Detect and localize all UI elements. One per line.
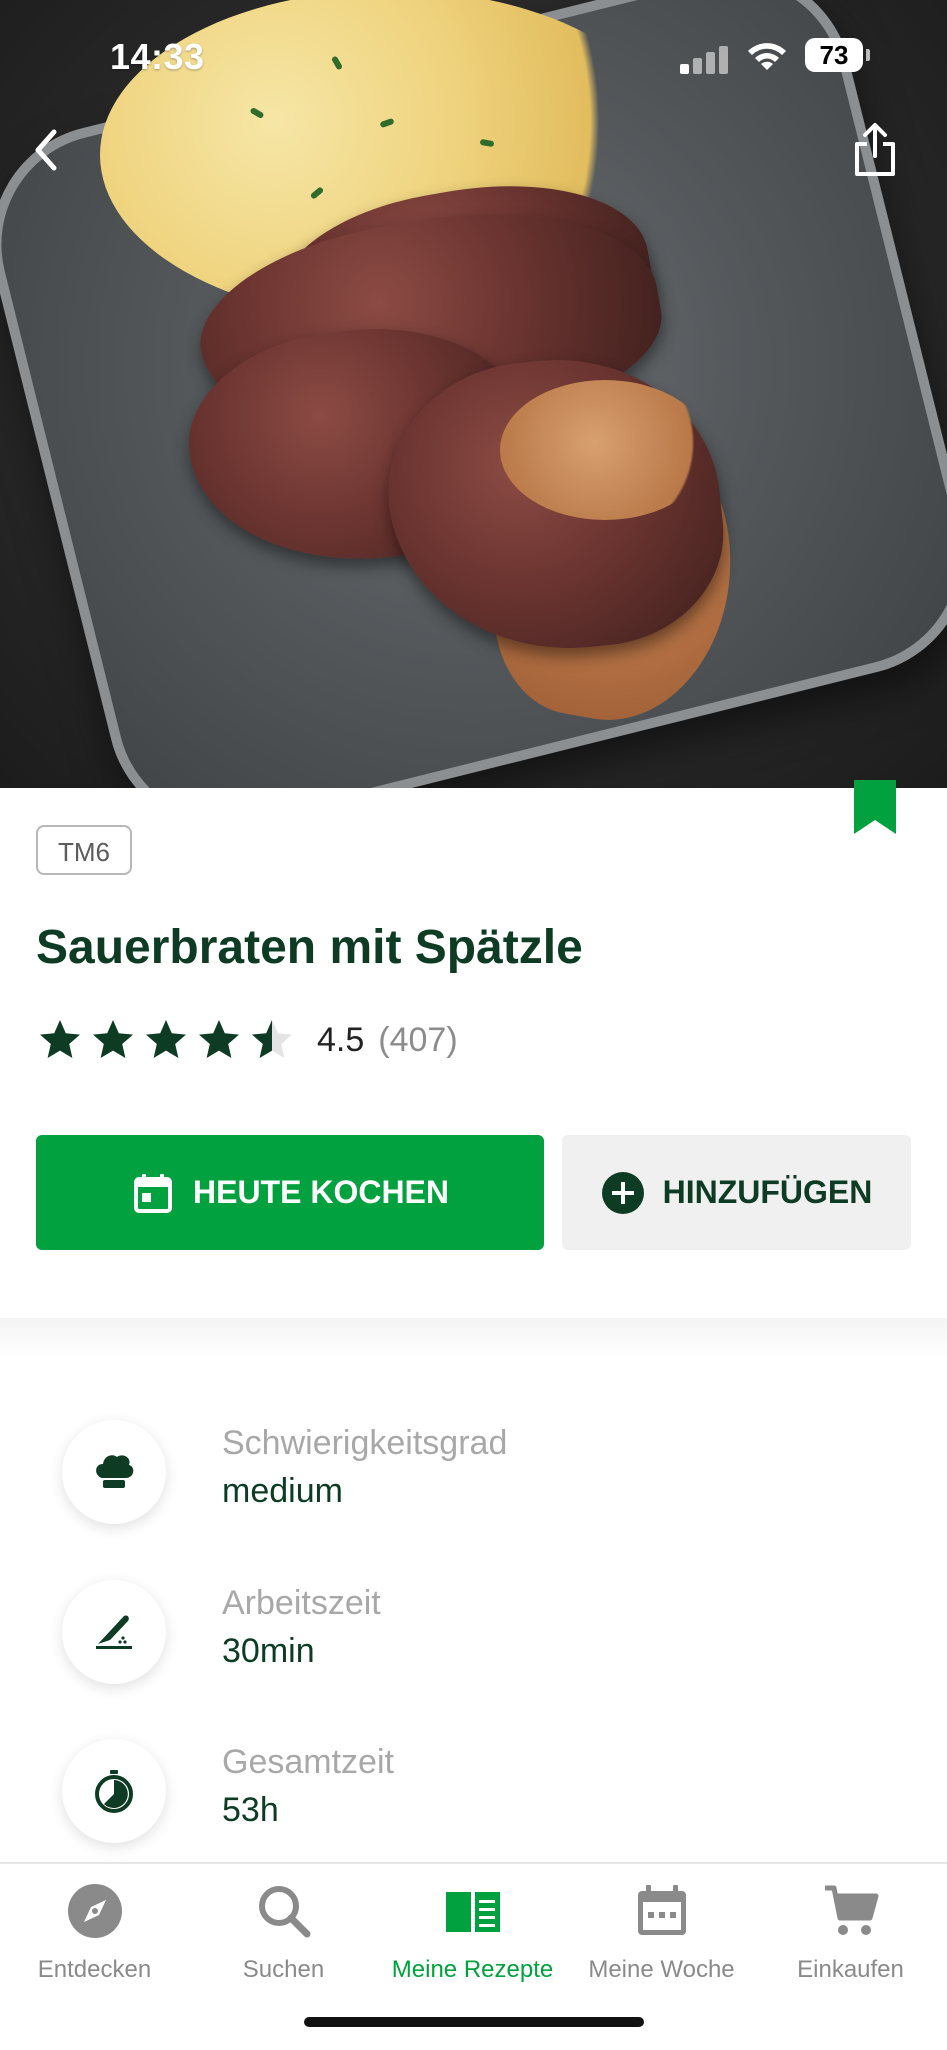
compass-icon	[68, 1884, 122, 1938]
cart-icon	[825, 1885, 879, 1935]
rating-value: 4.5	[317, 1020, 365, 1059]
open-book-icon	[446, 1892, 500, 1932]
difficulty-value: medium	[222, 1472, 343, 1510]
add-label: HINZUFÜGEN	[662, 1174, 873, 1210]
share-icon	[855, 123, 895, 176]
tab-label: Einkaufen	[797, 1956, 904, 1983]
work-time-label: Arbeitszeit	[222, 1584, 381, 1622]
bookmark-icon[interactable]	[854, 780, 896, 834]
tab-label: Entdecken	[37, 1956, 152, 1983]
tab-meine-woche[interactable]: Meine Woche	[567, 1864, 756, 1994]
total-time-value: 53h	[222, 1791, 279, 1829]
timer-icon	[95, 1770, 133, 1813]
section-divider	[0, 1318, 947, 1358]
tab-label: Meine Rezepte	[391, 1956, 554, 1983]
rating[interactable]: 4.5 (407)	[36, 1016, 458, 1064]
recipe-title: Sauerbraten mit Spätzle	[36, 921, 583, 974]
tab-label: Suchen	[242, 1956, 325, 1983]
tab-label: Meine Woche	[588, 1956, 735, 1983]
star-half-icon	[252, 1020, 292, 1058]
tab-meine-rezepte[interactable]: Meine Rezepte	[378, 1864, 567, 1994]
cook-today-button[interactable]: HEUTE KOCHEN	[36, 1135, 544, 1250]
tab-suchen[interactable]: Suchen	[189, 1864, 378, 1994]
star-full-icon	[93, 1020, 133, 1058]
status-time: 14:33	[110, 36, 205, 77]
wifi-icon	[748, 43, 786, 70]
total-time-icon-circle	[62, 1739, 166, 1843]
calendar-icon	[133, 1173, 172, 1213]
battery-indicator: 73	[805, 38, 870, 72]
total-time-row: Gesamtzeit 53h	[62, 1739, 862, 1849]
tab-einkaufen[interactable]: Einkaufen	[756, 1864, 945, 1994]
device-badge: TM6	[36, 825, 132, 875]
difficulty-label: Schwierigkeitsgrad	[222, 1424, 508, 1462]
back-button[interactable]	[18, 120, 78, 180]
tab-entdecken[interactable]: Entdecken	[0, 1864, 189, 1994]
add-button[interactable]: HINZUFÜGEN	[562, 1135, 911, 1250]
status-bar: 14:33 73	[0, 32, 947, 78]
calendar-icon	[638, 1885, 686, 1935]
work-time-row: Arbeitszeit 30min	[62, 1580, 862, 1690]
work-time-icon-circle	[62, 1580, 166, 1684]
home-indicator[interactable]	[304, 2017, 644, 2027]
recipe-hero-image	[0, 0, 947, 788]
star-full-icon	[146, 1020, 186, 1058]
work-time-value: 30min	[222, 1632, 315, 1670]
chevron-left-icon	[35, 129, 57, 171]
total-time-label: Gesamtzeit	[222, 1743, 394, 1781]
knife-icon	[96, 1615, 132, 1649]
star-full-icon	[40, 1020, 80, 1058]
rating-count: (407)	[378, 1020, 458, 1059]
chef-hat-icon	[96, 1455, 134, 1488]
difficulty-icon-circle	[62, 1420, 166, 1524]
search-icon	[259, 1886, 311, 1938]
cook-today-label: HEUTE KOCHEN	[192, 1174, 449, 1210]
star-full-icon	[199, 1020, 239, 1058]
sauce	[500, 380, 710, 520]
share-button[interactable]	[845, 120, 905, 180]
plus-circle-icon	[601, 1171, 644, 1214]
difficulty-row: Schwierigkeitsgrad medium	[62, 1420, 862, 1530]
cellular-signal-icon	[680, 44, 732, 74]
